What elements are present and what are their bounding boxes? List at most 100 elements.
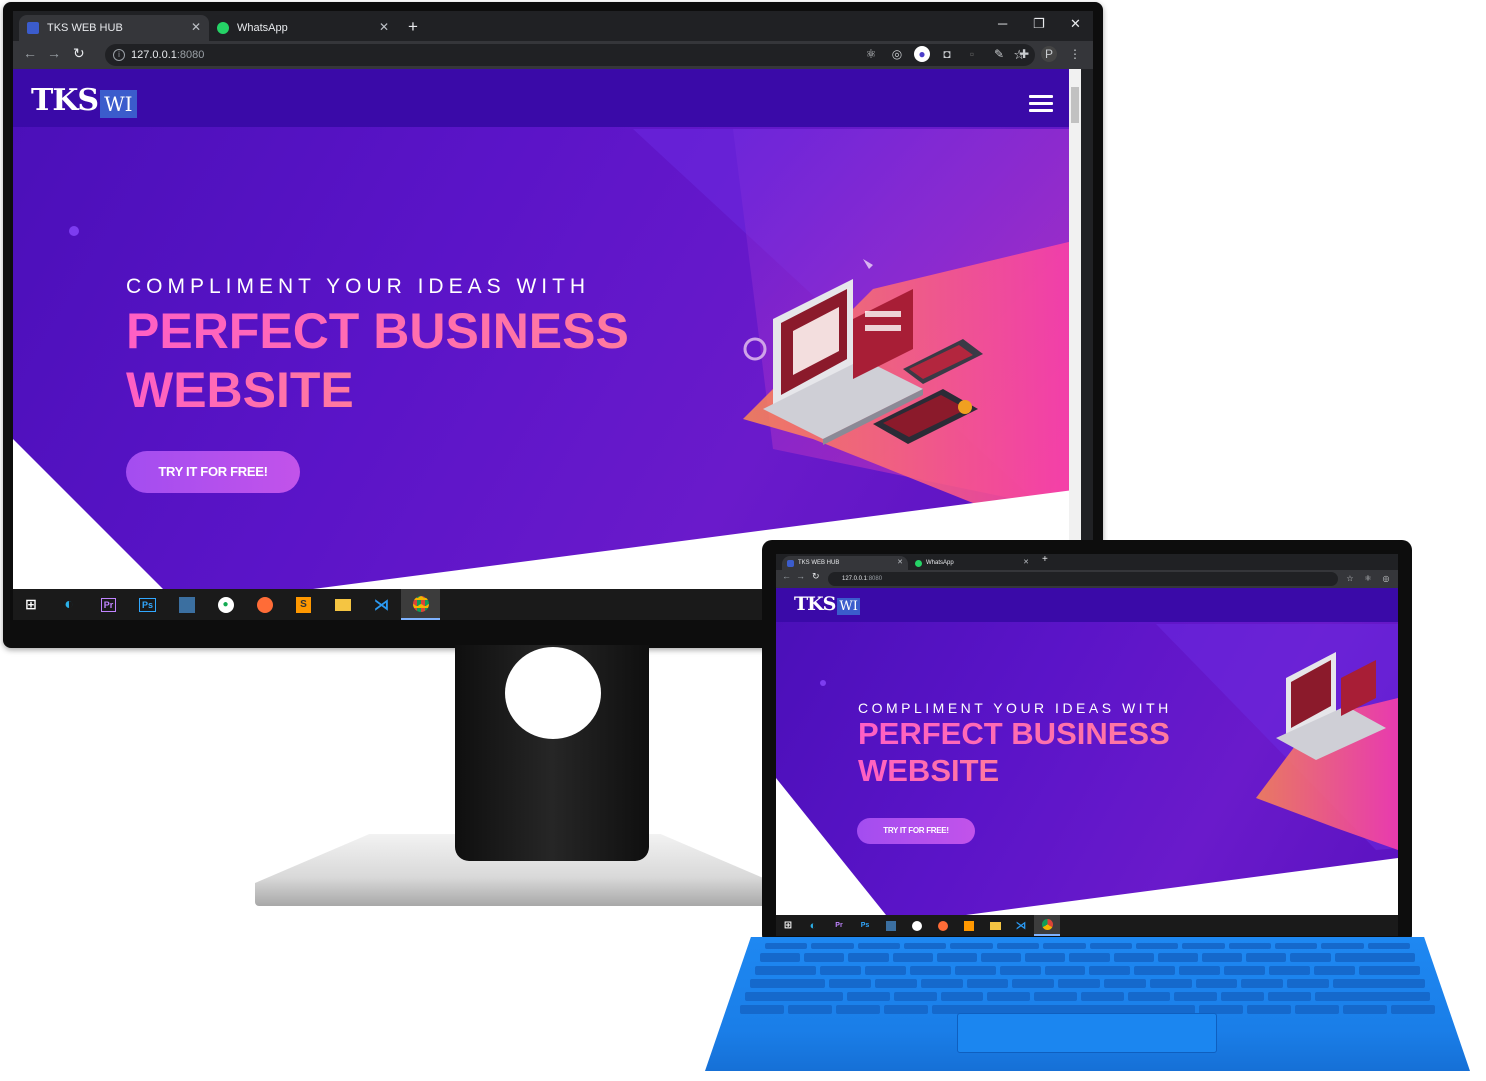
close-window-button[interactable]: ✕ xyxy=(1070,16,1081,32)
restore-button[interactable]: ❐ xyxy=(1033,16,1045,32)
reload-icon[interactable]: ↻ xyxy=(812,571,820,582)
whatsapp-icon xyxy=(217,22,229,34)
tablet-toolbar: ← → ↻ 127.0.0.1:8080 ☆ ⚛ ◎ xyxy=(776,570,1398,588)
tablet-device: TKS WEB HUB ✕ WhatsApp ✕ + ← → ↻ 127.0.0… xyxy=(762,540,1412,945)
extension-icon[interactable]: ▫ xyxy=(964,46,980,62)
close-tab-icon[interactable]: ✕ xyxy=(1023,558,1029,566)
react-devtools-icon[interactable]: ⚛ xyxy=(863,46,879,62)
sublime-icon[interactable] xyxy=(956,915,982,936)
target-extension-icon[interactable]: ◎ xyxy=(889,46,905,62)
url-host: 127.0.0.1 xyxy=(842,576,868,582)
monitor-browser-window: TKS WEB HUB ✕ WhatsApp ✕ + ─ ❐ ✕ ← → ↻ i… xyxy=(13,11,1093,620)
hamburger-menu-icon[interactable] xyxy=(1029,95,1053,116)
vscode-icon[interactable]: ⋊ xyxy=(362,589,401,620)
keyboard-qwerty-row xyxy=(755,966,1420,975)
logo-badge: WI xyxy=(837,598,860,615)
tab-title: TKS WEB HUB xyxy=(798,560,840,566)
page-scrollbar[interactable] xyxy=(1069,69,1081,589)
new-tab-button[interactable]: + xyxy=(1042,554,1048,565)
tablet-site-header: TKS WI xyxy=(776,588,1398,622)
hero-title-line1: PERFECT BUSINESS xyxy=(858,716,1170,751)
keyboard-number-row xyxy=(760,953,1416,962)
menu-kebab-icon[interactable]: ⋮ xyxy=(1067,46,1083,62)
react-devtools-icon[interactable]: ⚛ xyxy=(1360,571,1376,587)
tablet-address-bar[interactable]: 127.0.0.1:8080 xyxy=(828,572,1338,586)
windows-start-icon[interactable]: ⊞ xyxy=(776,915,800,936)
website-viewport: TKS WI COMPLIMENT YOUR IDEAS WITH PERFEC… xyxy=(13,69,1081,589)
close-tab-icon[interactable]: ✕ xyxy=(897,558,903,566)
bookmark-star-icon[interactable]: ☆ xyxy=(1342,571,1358,587)
mongodb-icon[interactable] xyxy=(904,915,930,936)
pen-extension-icon[interactable]: ✎ xyxy=(991,46,1007,62)
tab-title: WhatsApp xyxy=(237,22,288,34)
tab-title: TKS WEB HUB xyxy=(47,22,123,34)
mysql-workbench-icon[interactable] xyxy=(878,915,904,936)
hero-title-line2: WEBSITE xyxy=(126,362,354,418)
logo-badge: WI xyxy=(100,90,137,118)
laptop-illustration xyxy=(743,259,983,445)
postman-icon[interactable] xyxy=(245,589,284,620)
site-logo[interactable]: TKS WI xyxy=(31,83,137,118)
photoshop-icon[interactable]: Ps xyxy=(852,915,878,936)
hero-pre-title: COMPLIMENT YOUR IDEAS WITH xyxy=(126,275,591,298)
file-explorer-icon[interactable] xyxy=(323,589,362,620)
try-it-free-button[interactable]: TRY IT FOR FREE! xyxy=(126,451,300,493)
close-tab-icon[interactable]: ✕ xyxy=(379,20,389,34)
windows-start-icon[interactable]: ⊞ xyxy=(13,589,49,620)
hero-title-line2: WEBSITE xyxy=(858,753,1000,788)
edge-icon[interactable]: ◐ xyxy=(800,915,826,936)
tablet-tab-whatsapp[interactable]: WhatsApp ✕ xyxy=(910,556,1034,570)
url-port: :8080 xyxy=(867,576,883,582)
close-tab-icon[interactable]: ✕ xyxy=(191,20,201,34)
chrome-icon[interactable] xyxy=(401,589,440,620)
tablet-tab-bar: TKS WEB HUB ✕ WhatsApp ✕ + xyxy=(776,554,1398,570)
file-explorer-icon[interactable] xyxy=(982,915,1008,936)
keyboard-function-row xyxy=(765,943,1411,949)
site-info-icon[interactable]: i xyxy=(113,49,125,61)
tks-favicon xyxy=(27,22,39,34)
whatsapp-icon xyxy=(915,559,922,567)
keyboard-home-row xyxy=(750,979,1425,988)
site-logo[interactable]: TKS WI xyxy=(794,593,860,615)
edge-icon[interactable]: ◐ xyxy=(49,589,89,620)
postman-icon[interactable] xyxy=(930,915,956,936)
tablet-browser-window: TKS WEB HUB ✕ WhatsApp ✕ + ← → ↻ 127.0.0… xyxy=(776,554,1398,936)
premiere-icon[interactable]: Pr xyxy=(826,915,852,936)
camera-extension-icon[interactable]: ◘ xyxy=(939,46,955,62)
keyboard-shift-row xyxy=(745,992,1430,1001)
site-header: TKS WI xyxy=(13,69,1081,127)
photoshop-icon[interactable]: Ps xyxy=(128,589,167,620)
reload-icon[interactable]: ↻ xyxy=(73,45,85,62)
browser-toolbar: ← → ↻ i 127.0.0.1:8080 ☆ ⚛ ◎ ● ◘ ▫ ✎ ✚ P… xyxy=(13,41,1093,69)
tab-tks-web-hub[interactable]: TKS WEB HUB ✕ xyxy=(19,15,209,41)
minimize-button[interactable]: ─ xyxy=(998,16,1007,31)
try-it-free-button[interactable]: TRY IT FOR FREE! xyxy=(857,818,975,844)
tablet-tab-tks[interactable]: TKS WEB HUB ✕ xyxy=(782,556,908,570)
hero-title-line1: PERFECT BUSINESS xyxy=(126,303,629,359)
tab-title: WhatsApp xyxy=(926,560,954,566)
back-arrow-icon[interactable]: ← xyxy=(23,45,37,61)
logo-text: TKS xyxy=(794,593,836,615)
url-host: 127.0.0.1 xyxy=(131,49,177,61)
mysql-workbench-icon[interactable] xyxy=(167,589,206,620)
tks-favicon xyxy=(787,559,794,567)
forward-arrow-icon[interactable]: → xyxy=(796,571,805,581)
target-extension-icon[interactable]: ◎ xyxy=(1378,571,1394,587)
tab-bar: TKS WEB HUB ✕ WhatsApp ✕ + ─ ❐ ✕ xyxy=(13,11,1093,41)
monitor-stand-cable-hole xyxy=(505,647,601,739)
profile-avatar[interactable]: P xyxy=(1041,46,1057,62)
mongodb-icon[interactable]: ● xyxy=(206,589,245,620)
premiere-icon[interactable]: Pr xyxy=(89,589,128,620)
extension-circle-icon[interactable]: ● xyxy=(914,46,930,62)
chrome-icon[interactable] xyxy=(1034,915,1060,936)
vscode-icon[interactable]: ⋊ xyxy=(1008,915,1034,936)
trackpad[interactable] xyxy=(957,1013,1217,1053)
back-arrow-icon[interactable]: ← xyxy=(782,571,791,581)
forward-arrow-icon[interactable]: → xyxy=(47,45,61,61)
new-tab-button[interactable]: + xyxy=(408,17,418,37)
tab-whatsapp[interactable]: WhatsApp ✕ xyxy=(209,15,397,41)
url-port: :8080 xyxy=(176,49,205,61)
extensions-puzzle-icon[interactable]: ✚ xyxy=(1016,46,1032,62)
tablet-website-viewport: TKS WI COMPLIMENT YOUR IDEAS WITH PERFEC… xyxy=(776,588,1398,915)
sublime-icon[interactable]: S xyxy=(284,589,323,620)
